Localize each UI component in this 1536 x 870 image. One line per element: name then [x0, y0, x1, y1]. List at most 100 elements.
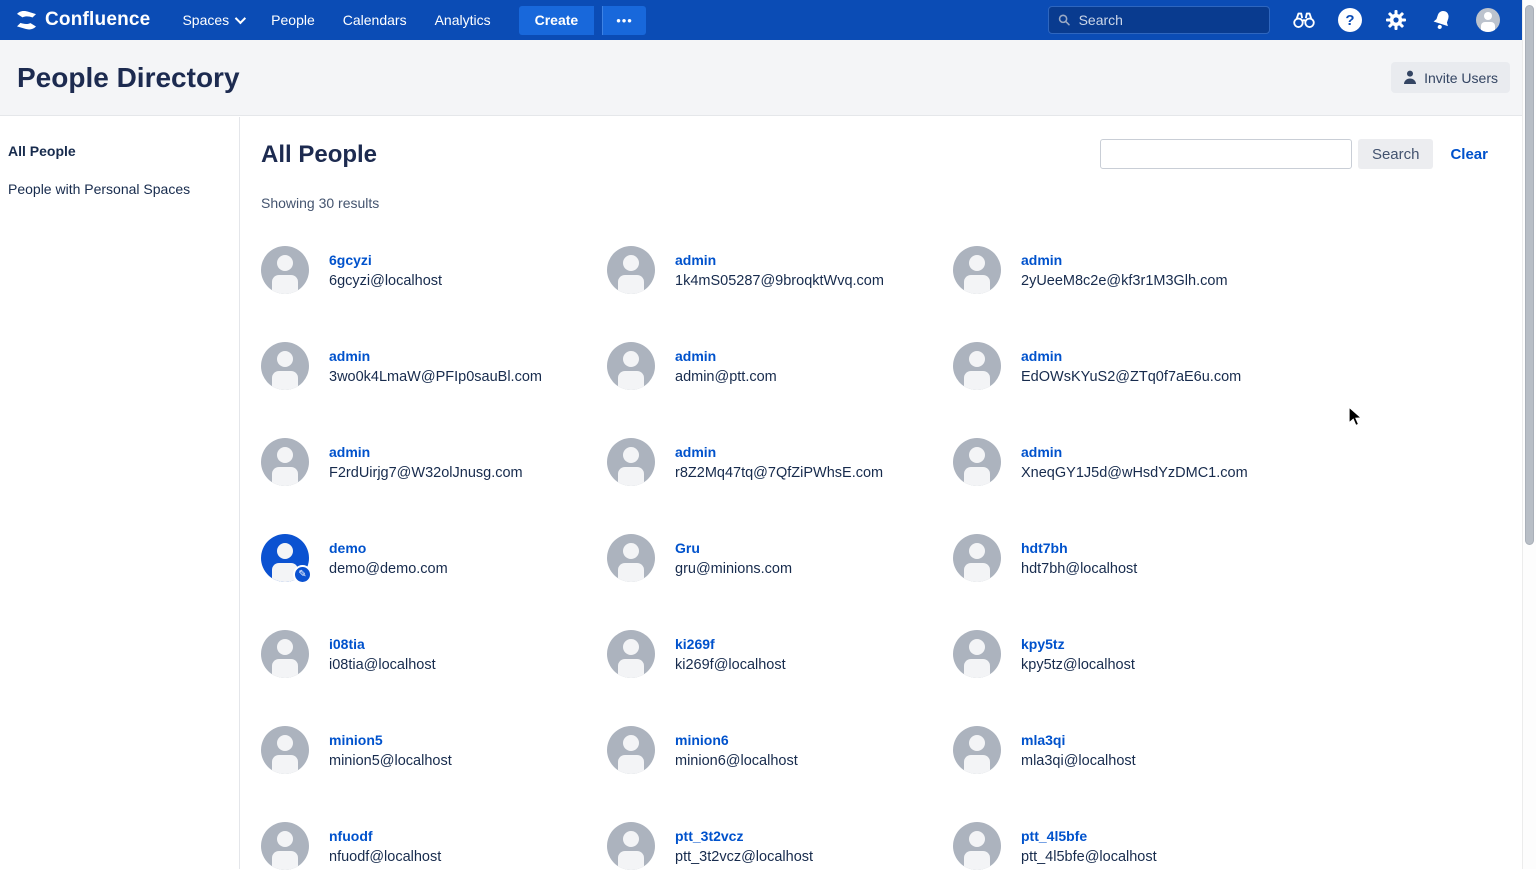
nav-item-spaces[interactable]: Spaces — [172, 6, 253, 34]
user-avatar[interactable]: ✎ — [261, 246, 309, 294]
person-name-link[interactable]: ptt_3t2vcz — [675, 828, 813, 844]
person-name-link[interactable]: admin — [1021, 252, 1228, 268]
bell-icon[interactable] — [1430, 8, 1454, 32]
content-area: All People People with Personal Spaces A… — [0, 117, 1536, 869]
person-email: 6gcyzi@localhost — [329, 273, 442, 289]
user-avatar[interactable]: ✎ — [953, 246, 1001, 294]
profile-avatar-icon[interactable] — [1476, 8, 1500, 32]
user-avatar[interactable]: ✎ — [261, 342, 309, 390]
person-name-link[interactable]: admin — [675, 252, 884, 268]
user-avatar[interactable]: ✎ — [607, 438, 655, 486]
user-avatar[interactable]: ✎ — [607, 342, 655, 390]
person-silhouette-icon — [607, 534, 655, 582]
person-silhouette-icon — [953, 534, 1001, 582]
clear-search-link[interactable]: Clear — [1450, 146, 1488, 163]
person-name-link[interactable]: admin — [329, 348, 542, 364]
person-info: admin admin@ptt.com — [675, 348, 777, 385]
person-silhouette-icon — [953, 822, 1001, 870]
person-name-link[interactable]: i08tia — [329, 636, 436, 652]
person-name-link[interactable]: hdt7bh — [1021, 540, 1137, 556]
person-email: EdOWsKYuS2@ZTq0f7aE6u.com — [1021, 369, 1241, 385]
user-avatar[interactable]: ✎ — [607, 726, 655, 774]
people-grid: ✎ 6gcyzi 6gcyzi@localhost ✎ admin 1k4mS0… — [261, 246, 1536, 870]
person-silhouette-icon — [261, 726, 309, 774]
user-avatar[interactable]: ✎ — [261, 534, 309, 582]
person-name-link[interactable]: minion5 — [329, 732, 452, 748]
nav-item-calendars[interactable]: Calendars — [333, 6, 417, 34]
invite-users-button[interactable]: Invite Users — [1391, 62, 1510, 93]
person-name-link[interactable]: minion6 — [675, 732, 798, 748]
person-name-link[interactable]: ki269f — [675, 636, 786, 652]
person-silhouette-icon — [607, 438, 655, 486]
person-name-link[interactable]: admin — [1021, 348, 1241, 364]
person-icon — [1403, 70, 1417, 85]
directory-search-input[interactable] — [1100, 139, 1352, 169]
user-avatar[interactable]: ✎ — [607, 822, 655, 870]
person-info: minion5 minion5@localhost — [329, 732, 452, 769]
person-email: mla3qi@localhost — [1021, 753, 1136, 769]
person-silhouette-icon — [953, 726, 1001, 774]
person-name-link[interactable]: demo — [329, 540, 448, 556]
user-avatar[interactable]: ✎ — [953, 342, 1001, 390]
person-name-link[interactable]: admin — [1021, 444, 1248, 460]
user-avatar[interactable]: ✎ — [953, 438, 1001, 486]
vertical-scrollbar-track[interactable] — [1522, 0, 1536, 869]
person-name-link[interactable]: nfuodf — [329, 828, 441, 844]
sidebar-item-all-people[interactable]: All People — [8, 143, 229, 159]
person-email: minion5@localhost — [329, 753, 452, 769]
person-card: ✎ i08tia i08tia@localhost — [261, 630, 607, 678]
binoculars-icon[interactable] — [1292, 8, 1316, 32]
create-button[interactable]: Create — [519, 6, 595, 35]
directory-search-controls: Search Clear — [1100, 139, 1488, 169]
person-silhouette-icon — [607, 726, 655, 774]
user-avatar[interactable]: ✎ — [953, 534, 1001, 582]
nav-item-analytics[interactable]: Analytics — [425, 6, 501, 34]
person-card: ✎ admin admin@ptt.com — [607, 342, 953, 390]
person-name-link[interactable]: mla3qi — [1021, 732, 1136, 748]
person-name-link[interactable]: 6gcyzi — [329, 252, 442, 268]
user-avatar[interactable]: ✎ — [261, 630, 309, 678]
person-info: admin EdOWsKYuS2@ZTq0f7aE6u.com — [1021, 348, 1241, 385]
person-silhouette-icon — [953, 246, 1001, 294]
user-avatar[interactable]: ✎ — [607, 246, 655, 294]
person-info: mla3qi mla3qi@localhost — [1021, 732, 1136, 769]
person-email: i08tia@localhost — [329, 657, 436, 673]
user-avatar[interactable]: ✎ — [607, 534, 655, 582]
create-more-options-button[interactable]: ••• — [602, 6, 646, 35]
user-avatar[interactable]: ✎ — [607, 630, 655, 678]
person-silhouette-icon — [607, 822, 655, 870]
person-card: ✎ admin r8Z2Mq47tq@7QfZiPWhsE.com — [607, 438, 953, 486]
user-avatar[interactable]: ✎ — [261, 822, 309, 870]
user-avatar[interactable]: ✎ — [953, 822, 1001, 870]
main-panel: All People Showing 30 results Search Cle… — [240, 117, 1536, 869]
user-avatar[interactable]: ✎ — [261, 726, 309, 774]
global-search-input[interactable] — [1079, 12, 1260, 28]
person-name-link[interactable]: Gru — [675, 540, 792, 556]
user-avatar[interactable]: ✎ — [953, 630, 1001, 678]
person-email: XneqGY1J5d@wHsdYzDMC1.com — [1021, 465, 1248, 481]
help-icon[interactable]: ? — [1338, 8, 1362, 32]
chevron-down-icon — [235, 13, 246, 24]
person-card: ✎ mla3qi mla3qi@localhost — [953, 726, 1299, 774]
global-search-box[interactable] — [1048, 6, 1270, 34]
directory-search-button[interactable]: Search — [1358, 139, 1434, 169]
person-silhouette-icon — [953, 438, 1001, 486]
sidebar-item-people-with-personal-spaces[interactable]: People with Personal Spaces — [8, 181, 229, 197]
user-avatar[interactable]: ✎ — [261, 438, 309, 486]
person-name-link[interactable]: admin — [675, 348, 777, 364]
person-card: ✎ admin 1k4mS05287@9broqktWvq.com — [607, 246, 953, 294]
person-silhouette-icon — [261, 342, 309, 390]
nav-item-people[interactable]: People — [261, 6, 325, 34]
person-name-link[interactable]: admin — [675, 444, 883, 460]
person-name-link[interactable]: ptt_4l5bfe — [1021, 828, 1157, 844]
confluence-logo[interactable]: Confluence — [16, 9, 150, 31]
person-name-link[interactable]: admin — [329, 444, 523, 460]
person-name-link[interactable]: kpy5tz — [1021, 636, 1135, 652]
person-email: r8Z2Mq47tq@7QfZiPWhsE.com — [675, 465, 883, 481]
person-card: ✎ admin XneqGY1J5d@wHsdYzDMC1.com — [953, 438, 1299, 486]
gear-icon[interactable] — [1384, 8, 1408, 32]
results-count: Showing 30 results — [261, 195, 1536, 211]
person-card: ✎ ptt_3t2vcz ptt_3t2vcz@localhost — [607, 822, 953, 870]
user-avatar[interactable]: ✎ — [953, 726, 1001, 774]
vertical-scrollbar-thumb[interactable] — [1525, 5, 1534, 545]
